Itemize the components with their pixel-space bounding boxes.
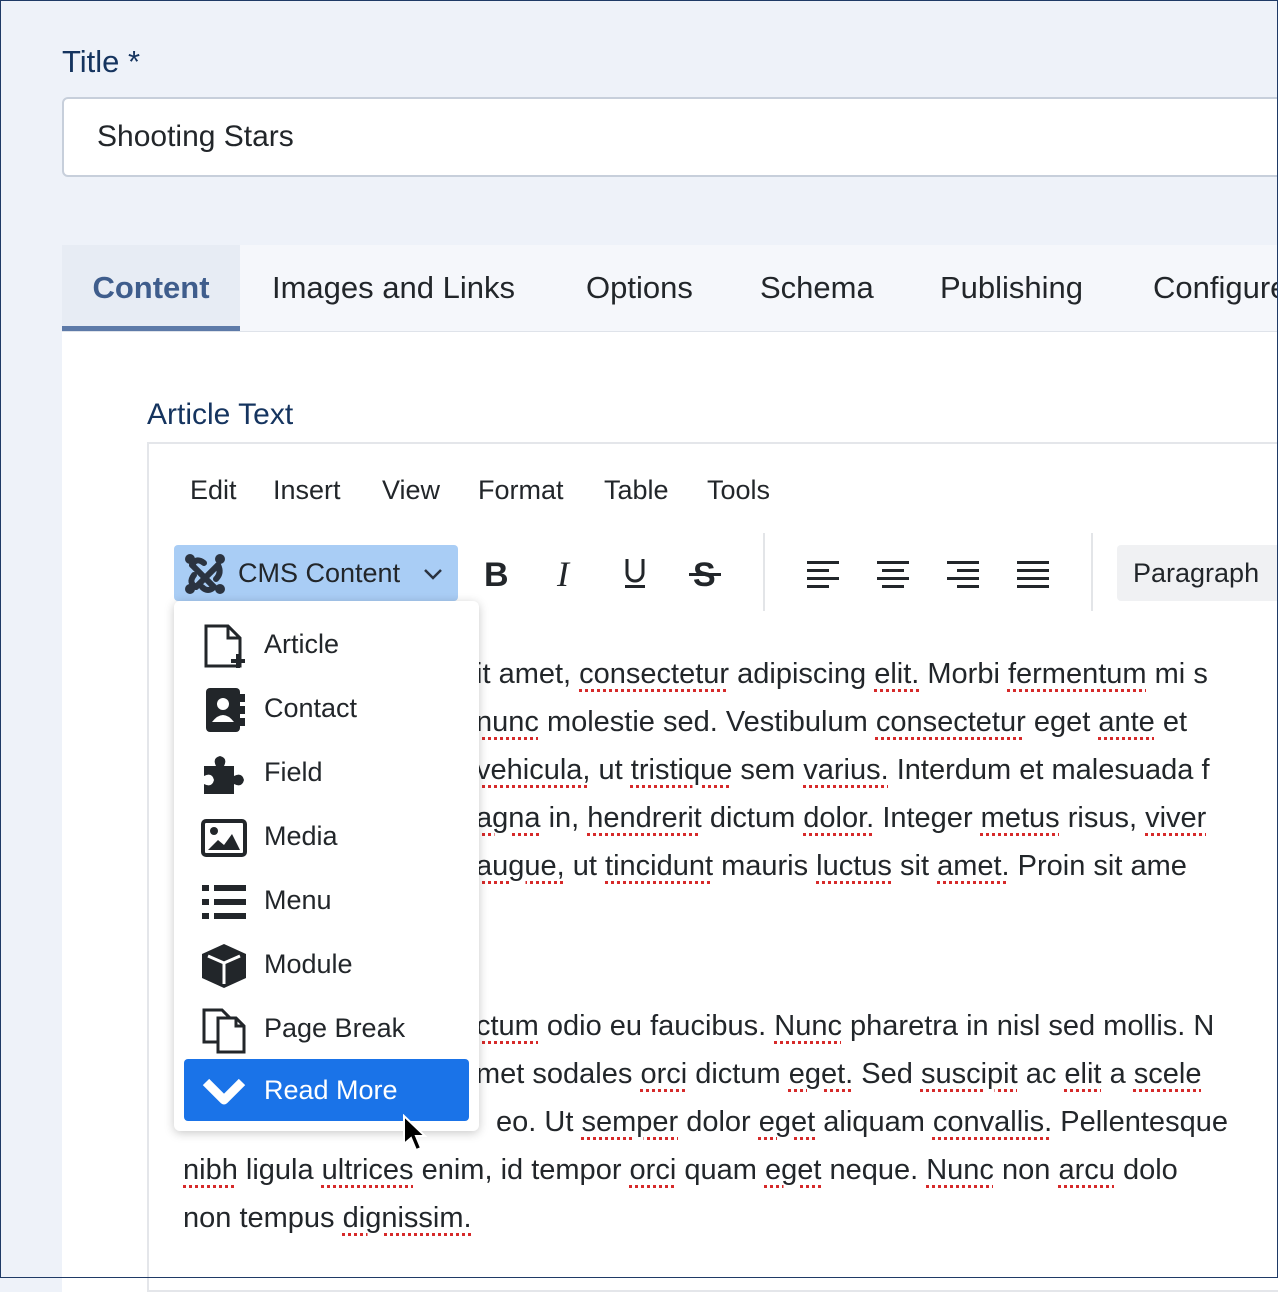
dropdown-item-label: Contact [264, 693, 358, 723]
toolbar-separator [1091, 533, 1093, 611]
body-line: met sodales orci dictum eget. Sed suscip… [476, 1058, 1202, 1090]
dropdown-item-read-more[interactable]: Read More [184, 1059, 469, 1121]
body-line: nunc molestie sed. Vestibulum consectetu… [476, 706, 1188, 738]
tab-options[interactable]: Options [586, 245, 693, 331]
copy-icon [202, 1008, 246, 1054]
dropdown-item-label: Module [264, 949, 353, 979]
image-icon [201, 819, 247, 857]
dropdown-item-module[interactable]: Module [184, 933, 469, 995]
dropdown-item-menu[interactable]: Menu [184, 869, 469, 931]
body-line: vehicula, ut tristique sem varius. Inter… [476, 754, 1210, 786]
cube-icon [202, 944, 246, 988]
body-line: nibh ligula ultrices enim, id tempor orc… [183, 1154, 1178, 1186]
chevron-down-icon [202, 1078, 246, 1105]
dropdown-item-label: Article [264, 629, 340, 659]
dropdown-item-label: Media [264, 821, 338, 851]
joomla-logo-icon [185, 554, 225, 594]
menu-tools[interactable]: Tools [707, 475, 770, 506]
cms-content-button[interactable]: CMS Content [174, 545, 458, 601]
list-icon [202, 885, 246, 919]
italic-icon[interactable]: I [544, 552, 588, 596]
dropdown-item-label: Field [264, 757, 323, 787]
menu-insert[interactable]: Insert [273, 475, 341, 506]
body-line: it amet, consectetur adipiscing elit. Mo… [476, 658, 1208, 690]
menu-edit[interactable]: Edit [190, 475, 237, 506]
strikethrough-icon[interactable]: S [683, 552, 727, 596]
bold-icon[interactable]: B [474, 552, 518, 596]
body-line: non tempus dignissim. [183, 1202, 472, 1234]
block-format-select[interactable]: Paragraph [1117, 545, 1278, 601]
cms-content-label: CMS Content [238, 558, 401, 588]
menu-view[interactable]: View [382, 475, 440, 506]
title-label: Title * [62, 44, 141, 79]
align-right-icon[interactable] [941, 552, 985, 596]
toolbar-separator [763, 533, 765, 611]
dropdown-item-field[interactable]: Field [184, 741, 469, 803]
dropdown-item-contact[interactable]: Contact [184, 677, 469, 739]
file-plus-icon [204, 624, 245, 668]
body-line: eo. Ut semper dolor eget aliquam convall… [496, 1106, 1228, 1138]
tab-publishing[interactable]: Publishing [940, 245, 1083, 331]
dropdown-item-article[interactable]: Article [184, 613, 469, 675]
svg-text:I: I [556, 557, 571, 591]
menu-table[interactable]: Table [604, 475, 669, 506]
align-center-icon[interactable] [871, 552, 915, 596]
underline-icon[interactable] [613, 552, 657, 596]
tab-schema[interactable]: Schema [760, 245, 874, 331]
tab-images-and-links[interactable]: Images and Links [272, 245, 515, 331]
title-input[interactable]: Shooting Stars [62, 97, 1278, 177]
chevron-down-icon [424, 569, 442, 580]
dropdown-item-label: Menu [264, 885, 332, 915]
puzzle-icon [204, 756, 244, 794]
mouse-cursor-icon [403, 1114, 428, 1152]
dropdown-item-label: Page Break [264, 1013, 406, 1043]
body-line: augue, ut tincidunt mauris luctus sit am… [476, 850, 1187, 882]
menu-format[interactable]: Format [478, 475, 564, 506]
body-line: agna in, hendrerit dictum dolor. Integer… [476, 802, 1207, 834]
tab-bar: Content Images and Links Options Schema … [62, 245, 1278, 332]
cms-content-dropdown: Article Contact Field Media Menu Module … [174, 601, 479, 1131]
align-justify-icon[interactable] [1011, 552, 1055, 596]
tab-configure[interactable]: Configure [1153, 245, 1278, 331]
address-book-icon [206, 688, 245, 732]
body-line: ctum odio eu faucibus. Nunc pharetra in … [476, 1010, 1215, 1042]
dropdown-item-label: Read More [264, 1075, 398, 1105]
dropdown-item-media[interactable]: Media [184, 805, 469, 867]
article-text-label: Article Text [147, 398, 294, 431]
align-left-icon[interactable] [801, 552, 845, 596]
svg-text:B: B [484, 557, 509, 591]
tab-content[interactable]: Content [62, 245, 240, 331]
dropdown-item-page-break[interactable]: Page Break [184, 997, 469, 1059]
